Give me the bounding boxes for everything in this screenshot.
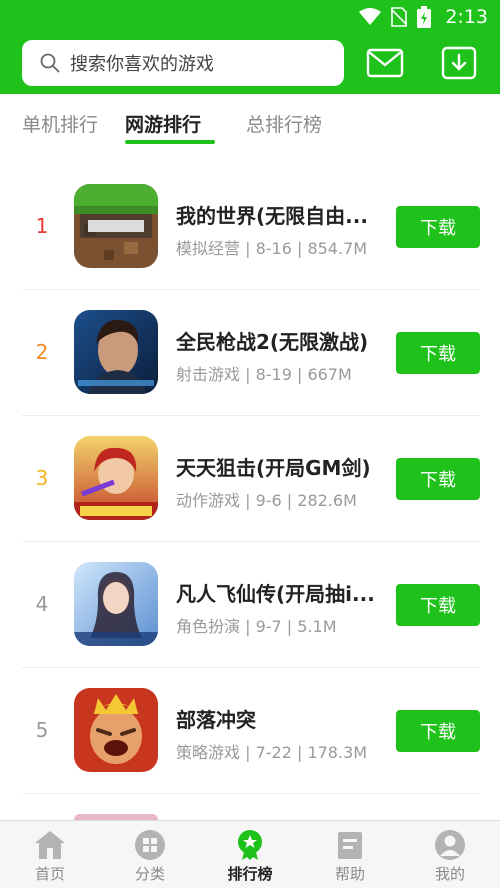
search-icon <box>40 53 60 73</box>
nav-label: 排行榜 <box>227 865 273 883</box>
game-name: 凡人飞仙传(开局抽i... <box>176 582 375 606</box>
rank-number: 3 <box>35 466 49 490</box>
wifi-icon <box>359 8 382 25</box>
game-name: 天天狙击(开局GM剑) <box>176 456 371 480</box>
game-meta: 角色扮演 | 9-7 | 5.1M <box>176 617 337 636</box>
row-divider <box>22 793 480 794</box>
nav-home[interactable]: 首页 <box>10 821 90 888</box>
download-button[interactable]: 下载 <box>396 332 480 374</box>
shooter-app-icon <box>74 310 158 394</box>
tab-overall[interactable]: 总排行榜 <box>246 110 322 137</box>
download-button[interactable]: 下载 <box>396 584 480 626</box>
tab-online-games[interactable]: 网游排行 <box>125 110 201 137</box>
game-meta: 策略游戏 | 7-22 | 178.3M <box>176 743 368 762</box>
xianxia-app-icon <box>74 562 158 646</box>
search-input[interactable]: 搜索你喜欢的游戏 <box>22 40 344 86</box>
nav-profile[interactable]: 我的 <box>410 821 490 888</box>
download-button[interactable]: 下载 <box>396 458 480 500</box>
active-tab-indicator <box>125 140 215 144</box>
home-icon <box>35 831 65 859</box>
ranking-tabs: 单机排行 网游排行 总排行榜 <box>0 110 500 150</box>
download-button[interactable]: 下载 <box>396 710 480 752</box>
status-time: 2:13 <box>445 6 488 28</box>
rank-number: 4 <box>35 592 49 616</box>
list-item[interactable]: 3 天天狙击(开局GM剑) 动作游戏 | 9-6 | 282.6M 下载 <box>22 416 480 542</box>
status-bar: 2:13 <box>359 0 488 34</box>
download-icon[interactable] <box>440 46 478 80</box>
help-icon <box>338 832 362 859</box>
game-meta: 模拟经营 | 8-16 | 854.7M <box>176 239 368 258</box>
game-name: 部落冲突 <box>176 708 256 732</box>
list-item[interactable]: 5 部落冲突 策略游戏 | 7-22 | 178.3M 下载 <box>22 668 480 794</box>
tab-single-player[interactable]: 单机排行 <box>22 110 98 137</box>
nav-label: 我的 <box>434 865 465 883</box>
game-name: 我的世界(无限自由... <box>176 204 368 228</box>
nav-category[interactable]: 分类 <box>110 821 190 888</box>
list-item[interactable]: 2 全民枪战2(无限激战) 射击游戏 | 8-19 | 667M 下载 <box>22 290 480 416</box>
sniper-app-icon <box>74 436 158 520</box>
ranking-icon <box>238 830 262 860</box>
list-item[interactable]: 1 我的世界(无限自由... 模拟经营 | 8-16 | 854.7M 下载 <box>22 164 480 290</box>
nav-ranking[interactable]: 排行榜 <box>210 821 290 888</box>
no-sim-icon <box>391 7 408 27</box>
clash-of-clans-app-icon <box>74 688 158 772</box>
rank-number: 2 <box>35 340 49 364</box>
battery-charging-icon <box>417 6 432 28</box>
rank-number: 5 <box>35 718 49 742</box>
minecraft-app-icon <box>74 184 158 268</box>
download-button[interactable]: 下载 <box>396 206 480 248</box>
search-placeholder: 搜索你喜欢的游戏 <box>70 54 214 75</box>
game-meta: 动作游戏 | 9-6 | 282.6M <box>176 491 357 510</box>
nav-label: 首页 <box>34 865 65 883</box>
category-icon <box>135 830 165 860</box>
game-name: 全民枪战2(无限激战) <box>176 330 369 354</box>
bottom-navigation: 首页 分类 排行榜 帮助 我的 <box>0 820 500 888</box>
nav-label: 帮助 <box>334 865 365 883</box>
mail-icon[interactable] <box>366 46 404 80</box>
list-item[interactable]: 4 凡人飞仙传(开局抽i... 角色扮演 | 9-7 | 5.1M 下载 <box>22 542 480 668</box>
game-meta: 射击游戏 | 8-19 | 667M <box>176 365 352 384</box>
nav-help[interactable]: 帮助 <box>310 821 390 888</box>
app-header: 2:13 搜索你喜欢的游戏 <box>0 0 500 94</box>
nav-label: 分类 <box>134 865 165 883</box>
profile-icon <box>435 830 465 860</box>
rank-number: 1 <box>35 214 49 238</box>
